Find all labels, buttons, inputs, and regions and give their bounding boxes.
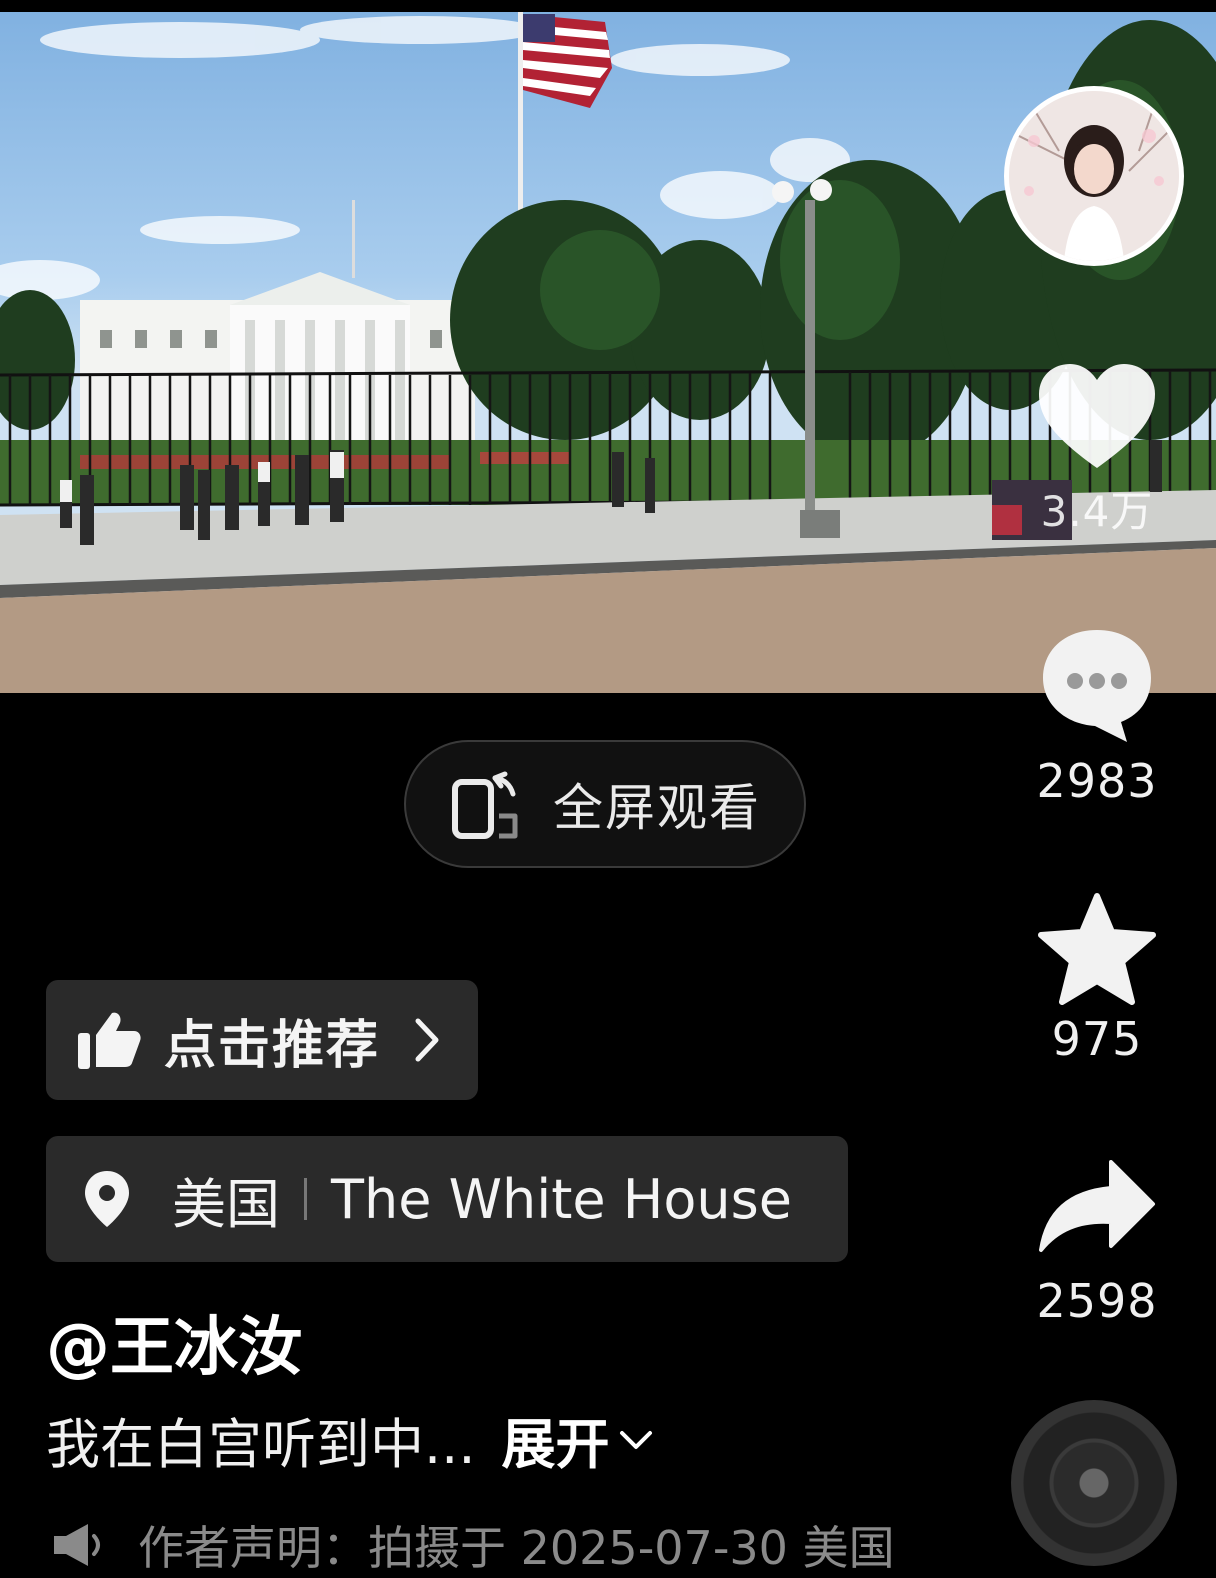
rotate-phone-icon <box>452 771 518 839</box>
expand-button[interactable]: 展开 <box>502 1400 610 1479</box>
location-place: The White House <box>331 1167 793 1231</box>
heart-icon <box>1039 364 1155 468</box>
comment-bubble-icon <box>1043 630 1151 742</box>
recommend-button[interactable]: 点击推荐 <box>46 980 478 1100</box>
video-frame-white-house <box>0 12 1216 693</box>
video-player[interactable] <box>0 0 1216 693</box>
chevron-down-icon[interactable] <box>616 1425 656 1455</box>
post-caption: 我在白宫听到中... 展开 <box>46 1400 656 1479</box>
star-icon <box>1038 893 1156 1005</box>
author-avatar[interactable] <box>1004 86 1184 266</box>
like-count: 3.4万 <box>1040 487 1154 536</box>
status-bar-strip <box>0 0 1216 12</box>
recommend-label: 点击推荐 <box>164 1015 381 1076</box>
favorite-action[interactable]: 975 <box>1027 892 1167 1066</box>
like-action[interactable]: 3.4万 <box>1027 360 1167 539</box>
favorite-count: 975 <box>1051 1012 1143 1066</box>
share-arrow-icon <box>1039 1160 1155 1252</box>
music-disc-icon[interactable] <box>1011 1400 1177 1566</box>
chevron-right-icon <box>415 1018 439 1062</box>
share-count: 2598 <box>1036 1274 1158 1328</box>
location-separator <box>304 1178 307 1220</box>
comment-count: 2983 <box>1036 754 1158 808</box>
share-action[interactable]: 2598 <box>1027 1156 1167 1328</box>
author-statement: 作者声明：拍摄于 2025-07-30 美国 <box>50 1512 895 1578</box>
megaphone-icon <box>54 1524 100 1566</box>
statement-text: 作者声明：拍摄于 2025-07-30 美国 <box>138 1521 895 1575</box>
location-pin-icon <box>85 1171 129 1227</box>
fullscreen-button[interactable]: 全屏观看 <box>404 740 806 868</box>
location-tag[interactable]: 美国 The White House <box>46 1136 848 1262</box>
comment-action[interactable]: 2983 <box>1027 626 1167 808</box>
author-name[interactable]: @王冰汝 <box>46 1296 302 1388</box>
caption-text: 我在白宫听到中... <box>46 1413 476 1476</box>
fullscreen-label: 全屏观看 <box>553 779 761 837</box>
location-country: 美国 <box>172 1172 280 1236</box>
thumbs-up-icon <box>78 1012 141 1069</box>
avatar-image <box>1009 91 1179 261</box>
